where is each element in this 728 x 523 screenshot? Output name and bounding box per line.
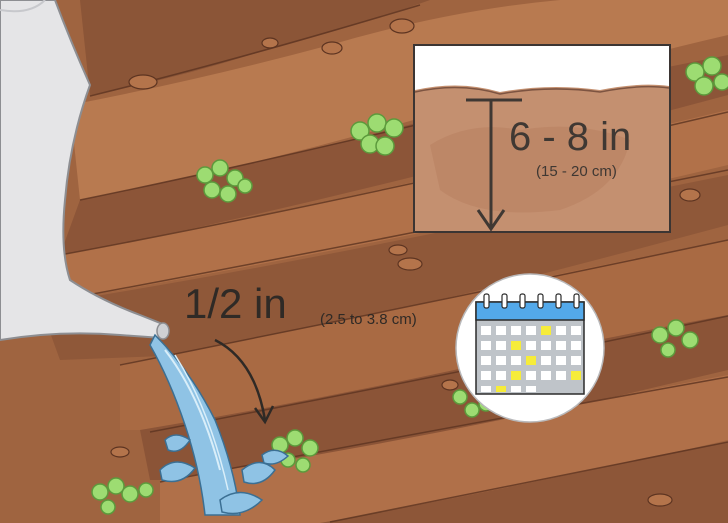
soil-depth-metric-label: (15 - 20 cm) (536, 163, 617, 180)
watering-amount-label: 1/2 in (184, 280, 287, 327)
soil-depth-label: 6 - 8 in (509, 115, 632, 159)
calendar-icon (455, 273, 605, 423)
watering-amount-metric-label: (2.5 to 3.8 cm) (320, 311, 417, 328)
gardening-illustration (0, 0, 728, 523)
